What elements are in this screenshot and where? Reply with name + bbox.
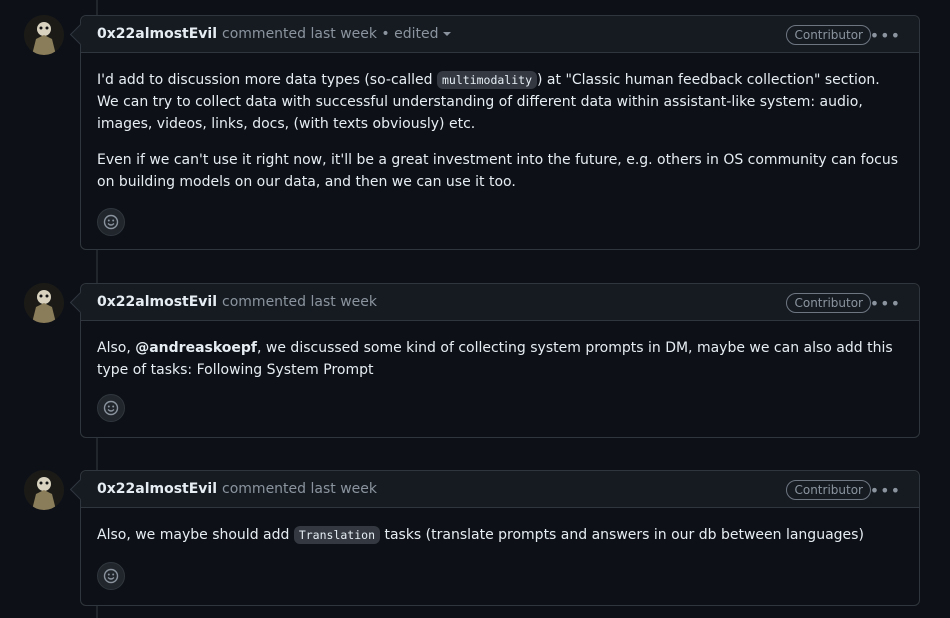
comment-paragraph: Also, we maybe should add Translation ta… [97, 524, 903, 546]
comment-body: I'd add to discussion more data types (s… [81, 53, 919, 193]
user-mention-link[interactable]: @andreaskoepf [135, 340, 257, 356]
text-span: tasks (translate prompts and answers in … [380, 527, 864, 543]
comment-paragraph: I'd add to discussion more data types (s… [97, 69, 903, 135]
comment-meta[interactable]: commented last week • edited [222, 26, 439, 42]
add-reaction-button[interactable] [97, 562, 125, 590]
comment-paragraph: Also, @andreaskoepf, we discussed some k… [97, 337, 903, 381]
add-reaction-button[interactable] [97, 394, 125, 422]
comment-box: 0x22almostEvil commented last week Contr… [80, 283, 920, 438]
contributor-badge: Contributor [786, 293, 871, 313]
comment-header: 0x22almostEvil commented last week Contr… [81, 471, 919, 508]
comment-author[interactable]: 0x22almostEvil [97, 294, 217, 310]
avatar[interactable] [24, 283, 64, 323]
comment-meta[interactable]: commented last week [222, 481, 377, 497]
comment-paragraph: Even if we can't use it right now, it'll… [97, 152, 899, 190]
contributor-badge: Contributor [786, 25, 871, 45]
text-span: I'd add to discussion more data types (s… [97, 72, 437, 88]
comment-body: Also, @andreaskoepf, we discussed some k… [81, 321, 919, 381]
comment-author[interactable]: 0x22almostEvil [97, 481, 217, 497]
smiley-icon [103, 568, 119, 584]
comment-body: Also, we maybe should add Translation ta… [81, 508, 919, 546]
avatar[interactable] [24, 470, 64, 510]
comment-meta[interactable]: commented last week [222, 294, 377, 310]
smiley-icon [103, 214, 119, 230]
text-span: Also, we maybe should add [97, 527, 294, 543]
comment-box: 0x22almostEvil commented last week Contr… [80, 470, 920, 606]
more-options-icon[interactable]: ••• [870, 481, 901, 500]
inline-code: multimodality [437, 71, 538, 89]
smiley-icon [103, 400, 119, 416]
comment-header: 0x22almostEvil commented last week Contr… [81, 284, 919, 321]
add-reaction-button[interactable] [97, 208, 125, 236]
contributor-badge: Contributor [786, 480, 871, 500]
more-options-icon[interactable]: ••• [870, 26, 901, 45]
chevron-down-icon[interactable] [442, 32, 451, 36]
avatar[interactable] [24, 15, 64, 55]
comment-box: 0x22almostEvil commented last week • edi… [80, 15, 920, 250]
text-span: Also, [97, 340, 136, 356]
comment-header: 0x22almostEvil commented last week • edi… [81, 16, 919, 53]
comment-author[interactable]: 0x22almostEvil [97, 26, 217, 42]
more-options-icon[interactable]: ••• [870, 294, 901, 313]
inline-code: Translation [293, 526, 380, 544]
